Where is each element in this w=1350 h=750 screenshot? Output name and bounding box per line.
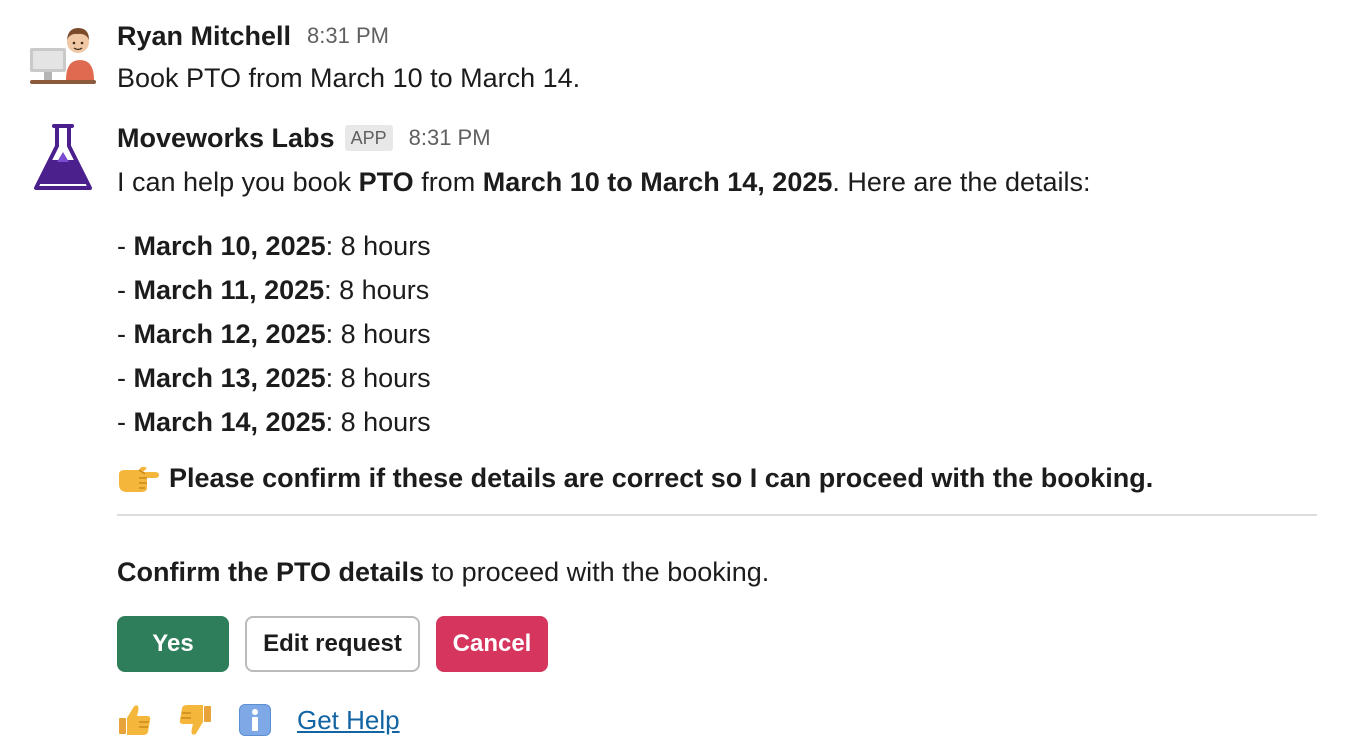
entry-hours: : 8 hours (325, 407, 431, 437)
prompt-rest: to proceed with the booking. (424, 557, 770, 587)
cancel-button[interactable]: Cancel (436, 616, 548, 672)
entry-hours: : 8 hours (325, 319, 431, 349)
avatar-moveworks[interactable] (28, 122, 98, 192)
entry-hours: : 8 hours (324, 275, 430, 305)
list-item: - March 14, 2025: 8 hours (117, 400, 1320, 444)
dash: - (117, 231, 134, 261)
entry-date: March 13, 2025 (133, 363, 326, 393)
author-name[interactable]: Ryan Mitchell (117, 21, 291, 52)
edit-request-button[interactable]: Edit request (245, 616, 420, 672)
entry-date: March 12, 2025 (133, 319, 326, 349)
app-badge: APP (344, 125, 393, 151)
divider (117, 514, 1317, 516)
list-item: - March 10, 2025: 8 hours (117, 224, 1320, 268)
list-item: - March 12, 2025: 8 hours (117, 312, 1320, 356)
confirm-message: Please confirm if these details are corr… (117, 460, 1320, 496)
list-item: - March 13, 2025: 8 hours (117, 356, 1320, 400)
author-name[interactable]: Moveworks Labs (117, 123, 335, 154)
message-moveworks: Moveworks Labs APP 8:31 PM I can help yo… (0, 120, 1350, 750)
entry-date: March 14, 2025 (133, 407, 326, 437)
get-help-link[interactable]: Get Help (297, 705, 400, 736)
entry-date: March 11, 2025 (133, 275, 325, 305)
user-avatar-icon (30, 28, 96, 84)
timestamp[interactable]: 8:31 PM (307, 23, 389, 49)
entry-date: March 10, 2025 (133, 231, 326, 261)
intro-text: I can help you book PTO from March 10 to… (117, 164, 1320, 200)
intro-part: . Here are the details: (832, 167, 1091, 197)
action-buttons: Yes Edit request Cancel (117, 616, 1320, 672)
entry-hours: : 8 hours (325, 363, 431, 393)
confirm-prompt: Confirm the PTO details to proceed with … (117, 554, 1320, 590)
yes-button[interactable]: Yes (117, 616, 229, 672)
feedback-row: Get Help (117, 702, 1320, 738)
confirm-text: Please confirm if these details are corr… (169, 463, 1154, 493)
intro-bold-dates: March 10 to March 14, 2025 (482, 167, 833, 197)
timestamp[interactable]: 8:31 PM (409, 125, 491, 151)
intro-part: I can help you book (117, 167, 359, 197)
thumbs-down-icon[interactable] (177, 702, 213, 738)
dash: - (117, 407, 134, 437)
message-ryan: Ryan Mitchell 8:31 PM Book PTO from Marc… (0, 18, 1350, 98)
info-icon[interactable] (237, 702, 273, 738)
dash: - (117, 319, 134, 349)
avatar-ryan[interactable] (28, 20, 98, 90)
entry-hours: : 8 hours (325, 231, 431, 261)
list-item: - March 11, 2025: 8 hours (117, 268, 1320, 312)
message-text: Book PTO from March 10 to March 14. (117, 63, 581, 93)
pto-entries-list: - March 10, 2025: 8 hours - March 11, 20… (117, 224, 1320, 444)
thumbs-up-icon[interactable] (117, 702, 153, 738)
prompt-bold: Confirm the PTO details (117, 557, 425, 587)
dash: - (117, 363, 134, 393)
dash: - (117, 275, 134, 305)
intro-part: from (413, 167, 483, 197)
intro-bold-pto: PTO (358, 167, 414, 197)
pointing-right-icon (119, 466, 159, 492)
flask-icon (34, 124, 92, 190)
